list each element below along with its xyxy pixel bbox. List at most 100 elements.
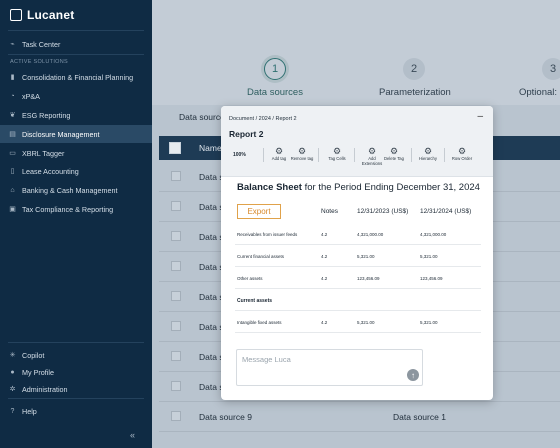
toolbar-divider [411, 148, 412, 162]
cell-v2024: 5,321.00 [420, 254, 438, 259]
toolbar-divider [318, 148, 319, 162]
sidebar-item-lease[interactable]: ▯ Lease Accounting [0, 162, 152, 180]
row-name: Data s [199, 172, 224, 182]
sidebar-item-label: Lease Accounting [22, 166, 79, 176]
sheet-title: Balance Sheet for the Period Ending Dece… [237, 182, 480, 193]
step-3-circle[interactable]: 3 [542, 58, 560, 80]
report-modal: Document / 2024 / Report 2 – Report 2 10… [221, 106, 493, 400]
delete-tag-button[interactable]: ⚙ Delete Tag [381, 146, 407, 161]
column-header-name[interactable]: Name [199, 143, 222, 153]
cell-note: 4.2 [321, 320, 328, 325]
row-checkbox[interactable] [171, 261, 181, 271]
row-name: Data s [199, 322, 224, 332]
hierarchy-button[interactable]: ⚙ Hierarchy [415, 146, 441, 161]
collapse-sidebar-button[interactable]: « [130, 430, 135, 440]
row-name: Data s [199, 352, 224, 362]
toolbar-divider [444, 148, 445, 162]
divider [8, 54, 144, 55]
bar-chart-icon: ▮ [10, 73, 15, 81]
select-all-checkbox[interactable] [169, 142, 181, 154]
row-checkbox[interactable] [171, 171, 181, 181]
balance-row[interactable]: Other assets 4.2 123,456.09 123,456.09 [235, 267, 481, 289]
gear-icon: ⚙ [389, 146, 399, 156]
send-button[interactable]: ↑ [407, 369, 419, 381]
row-name: Data s [199, 292, 224, 302]
cell-label: Receivables from issuer feeds [237, 232, 298, 237]
column-header-2024: 12/31/2024 (US$) [420, 208, 472, 215]
column-header-notes: Notes [321, 208, 338, 215]
report-title: Report 2 [229, 129, 264, 139]
balance-row[interactable]: Intangible fixed assets 4.2 5,321.00 5,321.… [235, 311, 481, 333]
row-name: Data source 9 [199, 412, 252, 422]
sidebar-item-task-center[interactable]: ⌁ Task Center [0, 35, 152, 53]
row-checkbox[interactable] [171, 201, 181, 211]
tool-label: Tag Cells [328, 156, 346, 161]
minimize-button[interactable]: – [477, 111, 483, 122]
sidebar-item-consolidation[interactable]: ▮ Consolidation & Financial Planning [0, 68, 152, 86]
row-checkbox[interactable] [171, 291, 181, 301]
toolbar-divider [354, 148, 355, 162]
sidebar-item-tax[interactable]: ▣ Tax Compliance & Reporting [0, 200, 152, 218]
building-icon: ▯ [10, 167, 15, 175]
user-icon: ● [10, 368, 15, 376]
sidebar: Lucanet ⌁ Task Center ACTIVE SOLUTIONS ▮… [0, 0, 152, 448]
sidebar-item-disclosure[interactable]: ▤ Disclosure Management [0, 125, 152, 143]
toolbar-divider [263, 148, 264, 162]
sidebar-item-label: Disclosure Management [22, 129, 100, 139]
sidebar-item-help[interactable]: ? Help [0, 402, 152, 420]
step-1-circle[interactable]: 1 [264, 58, 286, 80]
cell-label: Other assets [237, 276, 263, 281]
row-checkbox[interactable] [171, 351, 181, 361]
row-checkbox[interactable] [171, 411, 181, 421]
sidebar-item-label: Copilot [22, 350, 45, 360]
sidebar-item-label: Banking & Cash Management [22, 185, 118, 195]
message-input[interactable]: Message Luca ↑ [236, 349, 423, 386]
zoom-level[interactable]: 100% [233, 152, 246, 158]
tag-cells-button[interactable]: ⚙ Tag Cells [324, 146, 350, 161]
row-name: Data s [199, 262, 224, 272]
sheet-title-rest: for the Period Ending December 31, 2024 [301, 182, 480, 193]
sidebar-item-copilot[interactable]: ✳ Copilot [0, 346, 152, 364]
divider [8, 30, 144, 31]
cell-label: Intangible fixed assets [237, 320, 282, 325]
section-header-row[interactable]: Current assets [235, 289, 481, 311]
logo[interactable]: Lucanet [10, 8, 74, 22]
document-icon: ▤ [9, 130, 16, 138]
table-row[interactable]: Data source 9 Data source 1 [159, 402, 560, 432]
sidebar-item-profile[interactable]: ● My Profile [0, 363, 152, 381]
export-button[interactable]: Export [237, 204, 281, 219]
cell-v2024: 5,321.00 [420, 320, 438, 325]
gear-icon: ✲ [9, 385, 16, 393]
modal-header: Document / 2024 / Report 2 – Report 2 10… [221, 106, 493, 177]
cell-v2023: 5,321.00 [357, 254, 375, 259]
row-name-2: Data source 1 [393, 412, 446, 422]
balance-row[interactable]: Receivables from issuer feeds 4.2 4,321,00… [235, 223, 481, 245]
sidebar-item-esg[interactable]: ❦ ESG Reporting [0, 106, 152, 124]
row-order-button[interactable]: ⚙ Row Order [449, 146, 475, 161]
pie-chart-icon: ◔ [10, 92, 15, 100]
tool-label: Hierarchy [419, 156, 437, 161]
sidebar-item-xbrl[interactable]: ▭ XBRL Tagger [0, 144, 152, 162]
balance-row[interactable]: Current financial assets 4.2 5,321.00 5,321… [235, 245, 481, 267]
sidebar-item-label: My Profile [22, 367, 54, 377]
row-checkbox[interactable] [171, 321, 181, 331]
cell-v2024: 123,456.09 [420, 276, 443, 281]
sidebar-item-administration[interactable]: ✲ Administration [0, 380, 152, 398]
tool-label: Row Order [451, 156, 473, 161]
arrow-up-icon: ↑ [411, 370, 415, 380]
data-sources-title: Data source [179, 112, 225, 122]
step-2-circle[interactable]: 2 [403, 58, 425, 80]
row-name: Data s [199, 232, 224, 242]
breadcrumb[interactable]: Document / 2024 / Report 2 [229, 116, 297, 122]
sidebar-item-xpa[interactable]: ◔ xP&A [0, 87, 152, 105]
cell-v2023: 4,321,000.00 [357, 232, 384, 237]
row-checkbox[interactable] [171, 231, 181, 241]
row-checkbox[interactable] [171, 381, 181, 391]
remove-tag-button[interactable]: ⚙ Remove tag [289, 146, 315, 161]
section-label: ACTIVE SOLUTIONS [10, 59, 68, 65]
divider [8, 398, 144, 399]
sidebar-item-label: XBRL Tagger [22, 148, 65, 158]
bank-icon: ⌂ [10, 186, 15, 194]
sidebar-item-banking[interactable]: ⌂ Banking & Cash Management [0, 181, 152, 199]
stepper: 1 Data sources 2 Parameterization 3 Opti… [152, 0, 560, 105]
